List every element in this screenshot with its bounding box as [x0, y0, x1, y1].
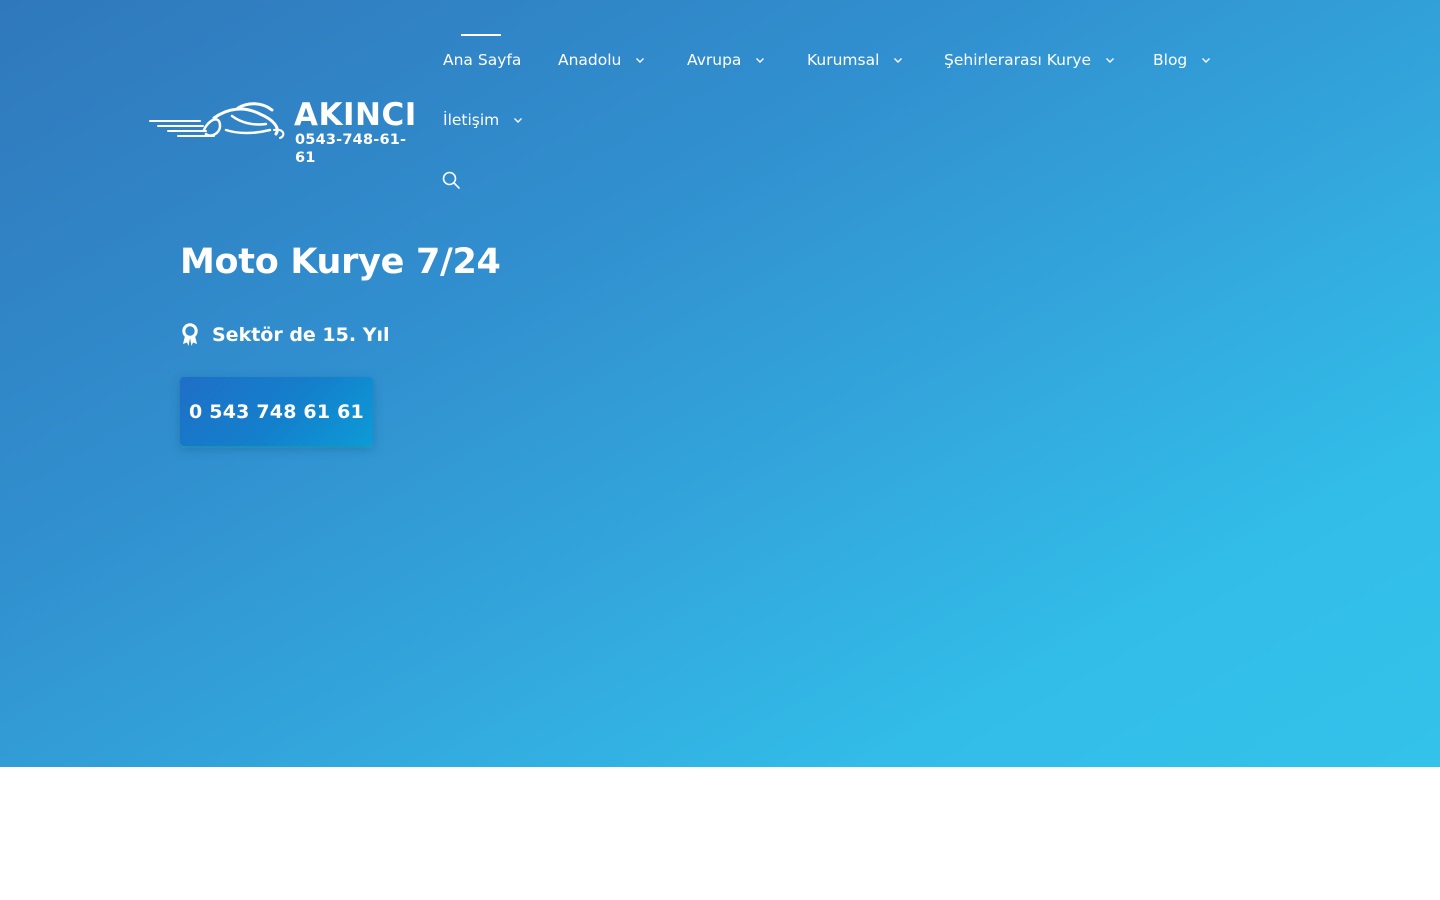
nav-item-label: İletişim [443, 111, 500, 129]
chevron-down-icon [514, 118, 523, 123]
content-area [0, 767, 1440, 900]
motorcycle-logo-icon [149, 102, 285, 139]
call-button[interactable]: 0 543 748 61 61 [180, 377, 373, 446]
experience-text: Sektör de 15. Yıl [212, 324, 390, 346]
search-icon [442, 171, 460, 189]
nav-item-label: Avrupa [687, 51, 742, 69]
nav-item-ana-sayfa[interactable]: Ana Sayfa [443, 30, 521, 90]
experience-badge: Sektör de 15. Yıl [180, 320, 390, 350]
search-button[interactable] [441, 170, 461, 190]
nav-item-label: Ana Sayfa [443, 51, 522, 69]
nav-item-label: Anadolu [558, 51, 622, 69]
nav-item-avrupa[interactable]: Avrupa [687, 30, 765, 90]
nav-item-label: Blog [1153, 51, 1188, 69]
nav-item-kurumsal[interactable]: Kurumsal [807, 30, 903, 90]
logo-name: AKINCI [294, 97, 417, 133]
hero-title: Moto Kurye 7/24 [180, 242, 501, 282]
hero-section: AKINCI 0543-748-61-61 Ana Sayfa Anadolu … [0, 0, 1440, 767]
chevron-down-icon [1106, 58, 1115, 63]
nav-item-label: Kurumsal [807, 51, 880, 69]
chevron-down-icon [894, 58, 903, 63]
nav-item-blog[interactable]: Blog [1153, 30, 1211, 90]
nav-item-label: Şehirlerarası Kurye [944, 51, 1092, 69]
nav-item-anadolu[interactable]: Anadolu [558, 30, 645, 90]
chevron-down-icon [636, 58, 645, 63]
site-logo[interactable]: AKINCI 0543-748-61-61 [148, 97, 418, 166]
logo-phone: 0543-748-61-61 [295, 132, 407, 166]
nav-item-iletisim[interactable]: İletişim [443, 90, 523, 150]
nav-item-sehirlerarasi-kurye[interactable]: Şehirlerarası Kurye [944, 30, 1115, 90]
award-icon [182, 323, 198, 346]
chevron-down-icon [1202, 58, 1211, 63]
chevron-down-icon [756, 58, 765, 63]
